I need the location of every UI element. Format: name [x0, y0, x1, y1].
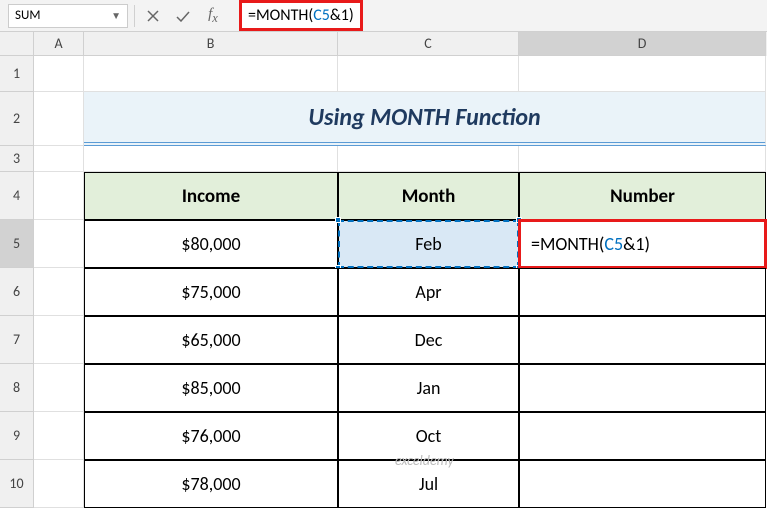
cell-month[interactable]: Dec — [338, 316, 519, 364]
cell[interactable] — [34, 316, 84, 364]
table-header-number[interactable]: Number — [519, 172, 766, 220]
table-header-month[interactable]: Month — [338, 172, 519, 220]
cell[interactable] — [338, 56, 519, 92]
cell[interactable] — [84, 146, 338, 172]
cell[interactable] — [34, 146, 84, 172]
cell-income[interactable]: $75,000 — [84, 268, 338, 316]
cell[interactable] — [338, 146, 519, 172]
cell-income[interactable]: $76,000 — [84, 412, 338, 460]
row-header[interactable]: 3 — [0, 146, 34, 172]
table-header-income[interactable]: Income — [84, 172, 338, 220]
row-header[interactable]: 10 — [0, 460, 34, 508]
cell-month[interactable]: Jan — [338, 364, 519, 412]
watermark: exceldemy — [395, 452, 454, 469]
range-handle[interactable] — [335, 217, 341, 223]
chevron-down-icon[interactable]: ▼ — [111, 9, 121, 22]
name-box[interactable]: SUM ▼ — [8, 4, 128, 28]
cell[interactable] — [84, 56, 338, 92]
col-header-b[interactable]: B — [84, 32, 338, 56]
fx-icon[interactable]: fx — [201, 4, 225, 28]
cell[interactable] — [34, 412, 84, 460]
cell-income[interactable]: $65,000 — [84, 316, 338, 364]
enter-icon[interactable] — [171, 4, 195, 28]
cell-number[interactable] — [519, 316, 766, 364]
cell-income[interactable]: $85,000 — [84, 364, 338, 412]
row-header[interactable]: 2 — [0, 92, 34, 146]
cells-grid: Using MONTH Function Income Month Number… — [34, 56, 766, 508]
row-header[interactable]: 5 — [0, 220, 34, 268]
cancel-icon[interactable] — [141, 4, 165, 28]
cell-income[interactable]: $80,000 — [84, 220, 338, 268]
page-title[interactable]: Using MONTH Function — [84, 92, 766, 146]
formula-content: =MONTH(C5&1) — [239, 0, 363, 31]
row-header[interactable]: 6 — [0, 268, 34, 316]
formula-bar: SUM ▼ fx =MONTH(C5&1) — [0, 0, 767, 32]
row-header[interactable]: 8 — [0, 364, 34, 412]
cell-number[interactable] — [519, 364, 766, 412]
cell[interactable] — [34, 172, 84, 220]
cell[interactable] — [34, 460, 84, 508]
divider — [134, 5, 135, 27]
row-header[interactable]: 4 — [0, 172, 34, 220]
row-header[interactable]: 1 — [0, 56, 34, 92]
col-header-d[interactable]: D — [519, 32, 766, 56]
cell[interactable] — [519, 56, 766, 92]
cell-editing[interactable]: =MONTH(C5&1) — [519, 220, 766, 268]
cell-income[interactable]: $78,000 — [84, 460, 338, 508]
cell-number[interactable] — [519, 460, 766, 508]
cell[interactable] — [34, 56, 84, 92]
row-headers: 1 2 3 4 5 6 7 8 9 10 — [0, 56, 34, 508]
row-header[interactable]: 7 — [0, 316, 34, 364]
select-all-corner[interactable] — [0, 32, 34, 56]
cell-number[interactable] — [519, 412, 766, 460]
spreadsheet-grid: A B C D 1 2 3 4 5 6 7 8 9 10 Using MONTH… — [0, 32, 767, 523]
row-header[interactable]: 9 — [0, 412, 34, 460]
name-box-value: SUM — [15, 8, 40, 23]
edit-highlight: =MONTH(C5&1) — [518, 219, 767, 269]
cell[interactable] — [34, 364, 84, 412]
cell[interactable] — [519, 146, 766, 172]
cell[interactable] — [34, 268, 84, 316]
cell[interactable] — [34, 92, 84, 146]
cell-month-referenced[interactable]: Feb — [338, 220, 519, 268]
cell-month[interactable]: Apr — [338, 268, 519, 316]
col-header-c[interactable]: C — [338, 32, 519, 56]
col-header-a[interactable]: A — [34, 32, 84, 56]
formula-input[interactable]: =MONTH(C5&1) — [231, 0, 759, 31]
cell-number[interactable] — [519, 268, 766, 316]
cell[interactable] — [34, 220, 84, 268]
